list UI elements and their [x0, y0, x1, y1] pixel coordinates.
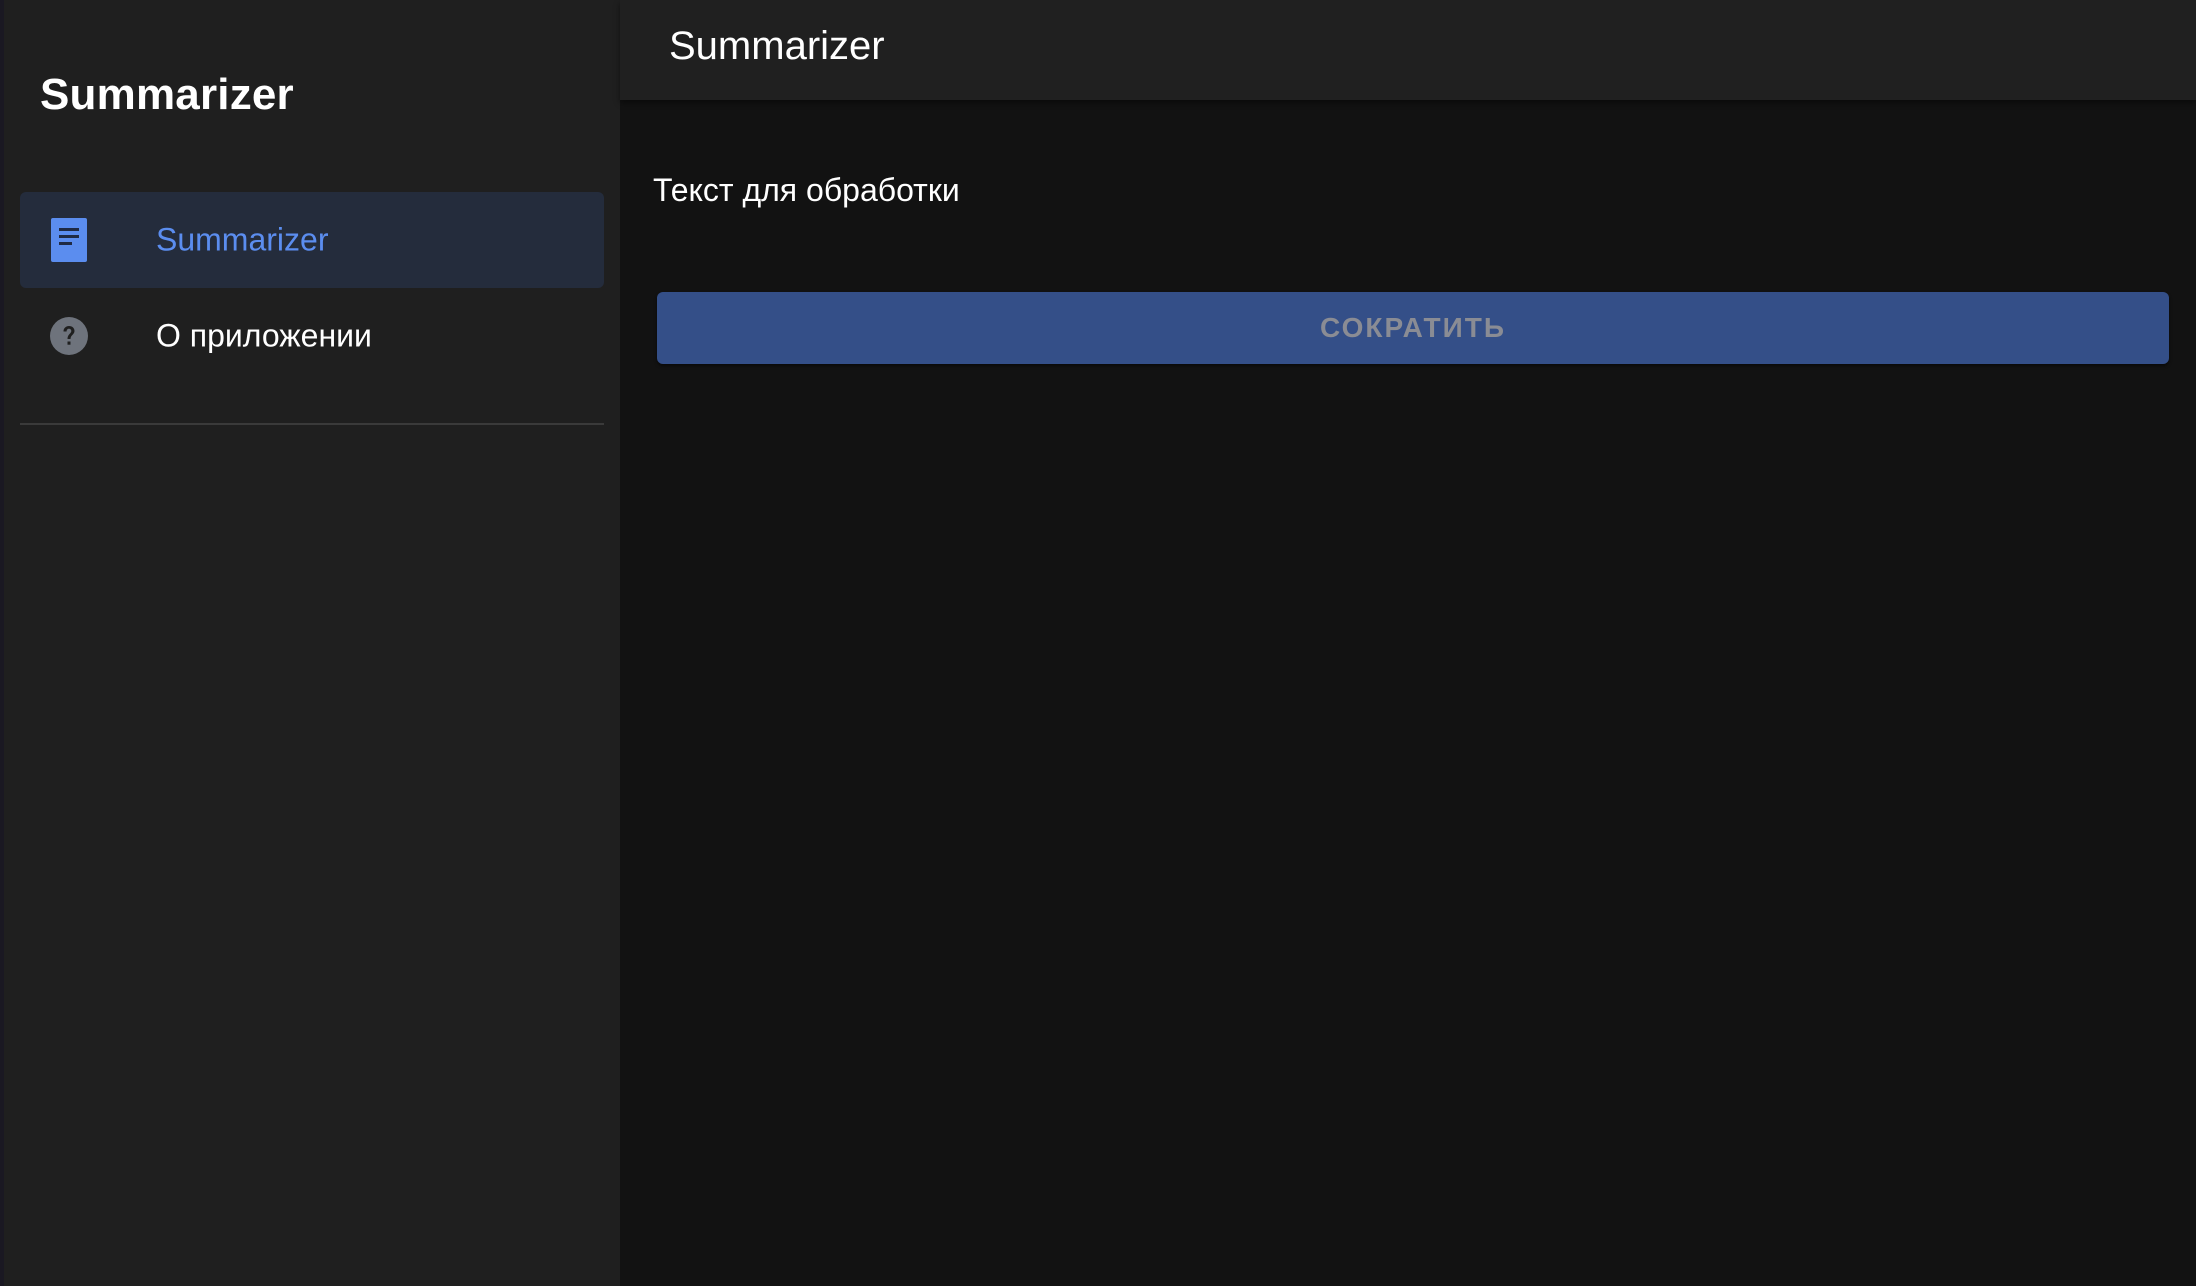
summarize-button[interactable]: СОКРАТИТЬ [657, 292, 2169, 364]
sidebar-item-summarizer[interactable]: Summarizer [20, 192, 604, 288]
app-bar: Summarizer [620, 0, 2196, 100]
nav-list: Summarizer О приложении [20, 192, 604, 384]
drawer-title: Summarizer [40, 70, 294, 119]
sidebar-item-label: Summarizer [156, 221, 329, 258]
navigation-drawer: Summarizer Summarizer О приложении [4, 0, 620, 1286]
divider [20, 423, 604, 425]
sidebar-item-label: О приложении [156, 317, 372, 354]
sidebar-item-about[interactable]: О приложении [20, 288, 604, 384]
page-title: Summarizer [669, 24, 885, 68]
main-content: Текст для обработки СОКРАТИТЬ [620, 100, 2196, 1286]
app-window: Summarizer Summarizer О приложении Summa… [0, 0, 2196, 1286]
document-icon [50, 218, 88, 262]
text-input-field[interactable]: Текст для обработки [653, 172, 960, 209]
help-icon [50, 314, 88, 358]
